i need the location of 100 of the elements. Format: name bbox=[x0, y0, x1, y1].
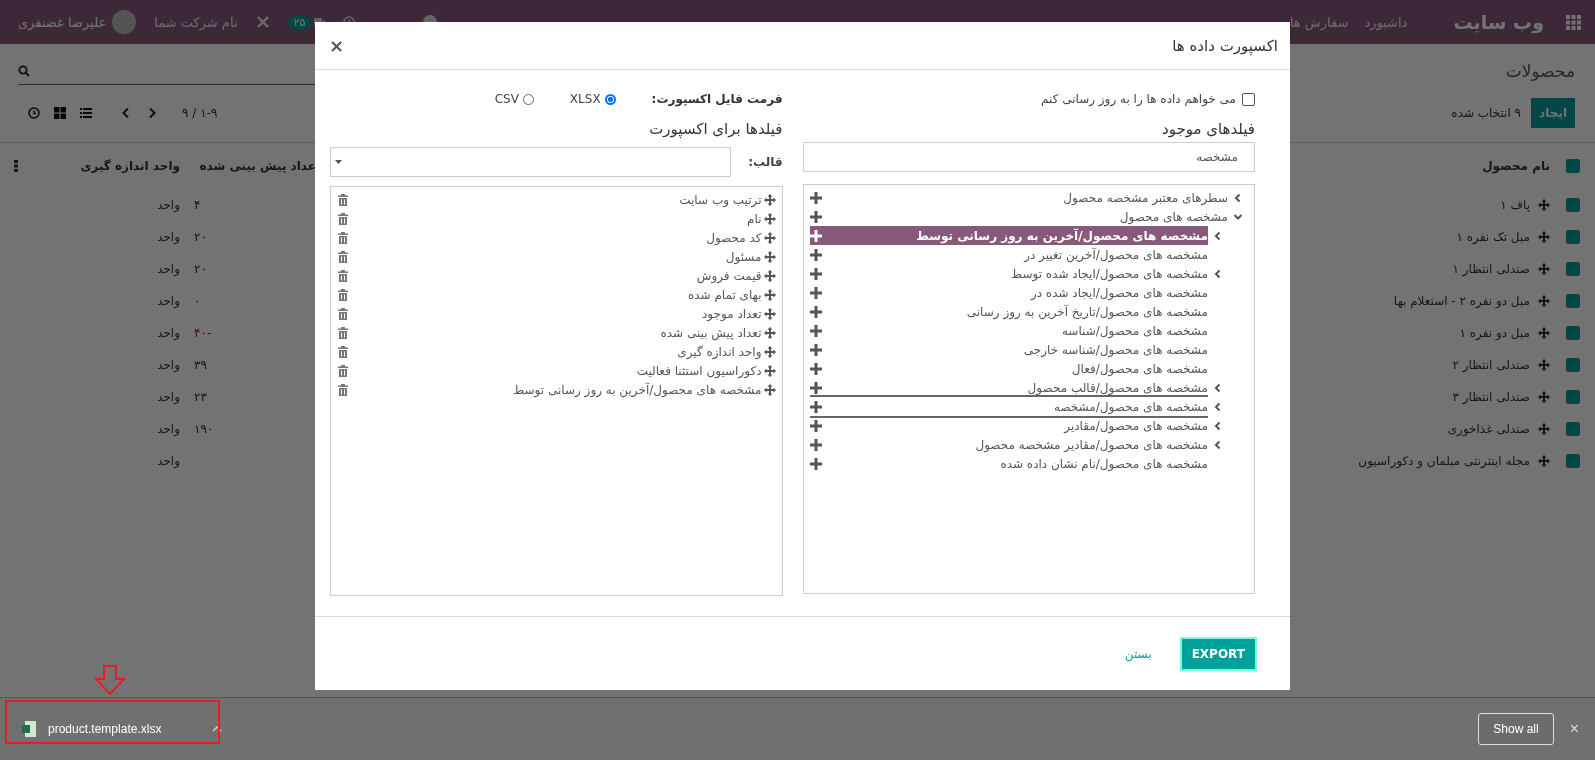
drag-handle-icon[interactable] bbox=[763, 383, 776, 396]
drag-handle-icon[interactable] bbox=[763, 231, 776, 244]
field-item[interactable]: مشخصه های محصول bbox=[809, 207, 1228, 226]
drag-handle-icon[interactable] bbox=[1538, 423, 1550, 435]
drag-handle-icon[interactable] bbox=[1538, 327, 1550, 339]
checkbox[interactable] bbox=[1565, 358, 1580, 372]
plus-icon[interactable] bbox=[809, 400, 822, 413]
plus-icon[interactable] bbox=[809, 248, 822, 261]
close-button[interactable]: × bbox=[1563, 719, 1585, 740]
drag-handle-icon[interactable] bbox=[1538, 263, 1550, 275]
trash-icon[interactable] bbox=[337, 364, 349, 377]
export-field[interactable]: واحد اندازه گیری bbox=[677, 344, 762, 359]
drag-handle-icon[interactable] bbox=[763, 288, 776, 301]
plus-icon[interactable] bbox=[809, 267, 822, 280]
checkbox[interactable] bbox=[1565, 390, 1580, 404]
field-item[interactable]: سطرهای معتبر مشخصه محصول bbox=[809, 188, 1228, 207]
field-item[interactable]: مشخصه های محصول/تاریخ آخرین به روز رسانی bbox=[809, 302, 1208, 321]
drag-handle-icon[interactable] bbox=[763, 193, 776, 206]
trash-icon[interactable] bbox=[337, 383, 349, 396]
plus-icon[interactable] bbox=[809, 324, 822, 337]
plus-icon[interactable] bbox=[809, 191, 822, 204]
drag-handle-icon[interactable] bbox=[1538, 359, 1550, 371]
export-field[interactable]: تعداد پیش بینی شده bbox=[660, 325, 762, 340]
field-item[interactable]: مشخصه های محصول/ایجاد شده توسط bbox=[809, 264, 1208, 283]
export-field[interactable]: ترتیب وب سایت bbox=[679, 192, 762, 207]
trash-icon[interactable] bbox=[337, 326, 349, 339]
drag-handle-icon[interactable] bbox=[763, 212, 776, 225]
drag-handle-icon[interactable] bbox=[1538, 295, 1550, 307]
chevron-left-icon[interactable] bbox=[1213, 439, 1223, 450]
drag-handle-icon[interactable] bbox=[763, 364, 776, 377]
radio-label[interactable]: CSV bbox=[494, 92, 519, 106]
options-icon[interactable] bbox=[14, 160, 18, 172]
apps-grid-icon[interactable] bbox=[1566, 14, 1581, 30]
plus-icon[interactable] bbox=[809, 305, 822, 318]
export-field[interactable]: نام bbox=[747, 211, 762, 226]
column-header[interactable]: واحد اندازه گیری bbox=[80, 159, 188, 173]
drag-handle-icon[interactable] bbox=[763, 250, 776, 263]
checkbox[interactable] bbox=[1565, 159, 1580, 173]
export-field[interactable]: بهای تمام شده bbox=[687, 287, 762, 302]
caret-up-icon[interactable] bbox=[212, 726, 222, 733]
export-field[interactable]: کد محصول bbox=[706, 230, 762, 245]
checkbox-label[interactable]: می خواهم داده ها را به روز رسانی کنم bbox=[1041, 92, 1236, 106]
close-button[interactable]: × bbox=[327, 35, 347, 56]
checkbox[interactable] bbox=[1242, 92, 1255, 106]
export-field[interactable]: قیمت فروش bbox=[696, 268, 762, 283]
checkbox[interactable] bbox=[1565, 230, 1580, 244]
field-item[interactable]: مشخصه های محصول/شناسه bbox=[809, 321, 1208, 340]
drag-handle-icon[interactable] bbox=[1538, 455, 1550, 467]
show-all-button[interactable]: Show all bbox=[1478, 713, 1554, 746]
drag-handle-icon[interactable] bbox=[763, 326, 776, 339]
drag-handle-icon[interactable] bbox=[1538, 231, 1550, 243]
trash-icon[interactable] bbox=[337, 231, 349, 244]
search-field[interactable]: مشخصه bbox=[802, 142, 1255, 172]
plus-icon[interactable] bbox=[809, 438, 822, 451]
field-item[interactable]: مشخصه های محصول/مقادیر bbox=[809, 416, 1208, 435]
checkbox[interactable] bbox=[1565, 294, 1580, 308]
field-item[interactable]: مشخصه های محصول/ایجاد شده در bbox=[809, 283, 1208, 302]
trash-icon[interactable] bbox=[337, 193, 349, 206]
export-field[interactable]: مسئول bbox=[725, 249, 762, 264]
plus-icon[interactable] bbox=[809, 210, 822, 223]
column-header[interactable]: نام محصول bbox=[1290, 159, 1550, 173]
checkbox[interactable] bbox=[1565, 198, 1580, 212]
field-item[interactable]: مشخصه های محصول/آخرین به روز رسانی توسط bbox=[809, 226, 1208, 245]
drag-handle-icon[interactable] bbox=[763, 269, 776, 282]
plus-icon[interactable] bbox=[809, 343, 822, 356]
trash-icon[interactable] bbox=[337, 288, 349, 301]
list-view-icon[interactable] bbox=[80, 107, 92, 119]
clock-icon[interactable] bbox=[28, 107, 40, 119]
export-field[interactable]: تعداد موجود bbox=[702, 306, 762, 321]
plus-icon[interactable] bbox=[809, 457, 822, 470]
plus-icon[interactable] bbox=[809, 419, 822, 432]
field-item[interactable]: مشخصه های محصول/نام نشان داده شده bbox=[809, 454, 1208, 473]
trash-icon[interactable] bbox=[337, 269, 349, 282]
drag-handle-icon[interactable] bbox=[763, 345, 776, 358]
chevron-left-icon[interactable] bbox=[1213, 230, 1223, 241]
kanban-view-icon[interactable] bbox=[54, 107, 66, 119]
trash-icon[interactable] bbox=[337, 250, 349, 263]
plus-icon[interactable] bbox=[809, 286, 822, 299]
chevron-left-icon[interactable] bbox=[1213, 420, 1223, 431]
radio-button[interactable] bbox=[604, 93, 616, 105]
plus-icon[interactable] bbox=[809, 229, 822, 242]
trash-icon[interactable] bbox=[337, 307, 349, 320]
export-field[interactable]: مشخصه های محصول/آخرین به روز رسانی توسط bbox=[513, 382, 762, 397]
drag-handle-icon[interactable] bbox=[1538, 199, 1550, 211]
file-name[interactable]: product.template.xlsx bbox=[48, 722, 162, 737]
drag-handle-icon[interactable] bbox=[763, 307, 776, 320]
trash-icon[interactable] bbox=[337, 212, 349, 225]
drag-handle-icon[interactable] bbox=[1538, 391, 1550, 403]
field-item[interactable]: مشخصه های محصول/آخرین تغییر در bbox=[809, 245, 1208, 264]
column-header[interactable]: عداد پیش بینی شده bbox=[188, 159, 316, 173]
pager[interactable]: ۱-۹ / ۹ bbox=[182, 106, 218, 120]
field-item[interactable]: مشخصه های محصول/شناسه خارجی bbox=[809, 340, 1208, 359]
checkbox[interactable] bbox=[1565, 262, 1580, 276]
chevron-left-icon[interactable] bbox=[1213, 382, 1223, 393]
field-item[interactable]: مشخصه های محصول/فعال bbox=[809, 359, 1208, 378]
radio-label[interactable]: XLSX bbox=[569, 92, 601, 106]
chevron-left-icon[interactable] bbox=[1213, 268, 1223, 279]
chevron-left-icon[interactable] bbox=[1233, 192, 1243, 203]
plus-icon[interactable] bbox=[809, 362, 822, 375]
checkbox[interactable] bbox=[1565, 326, 1580, 340]
